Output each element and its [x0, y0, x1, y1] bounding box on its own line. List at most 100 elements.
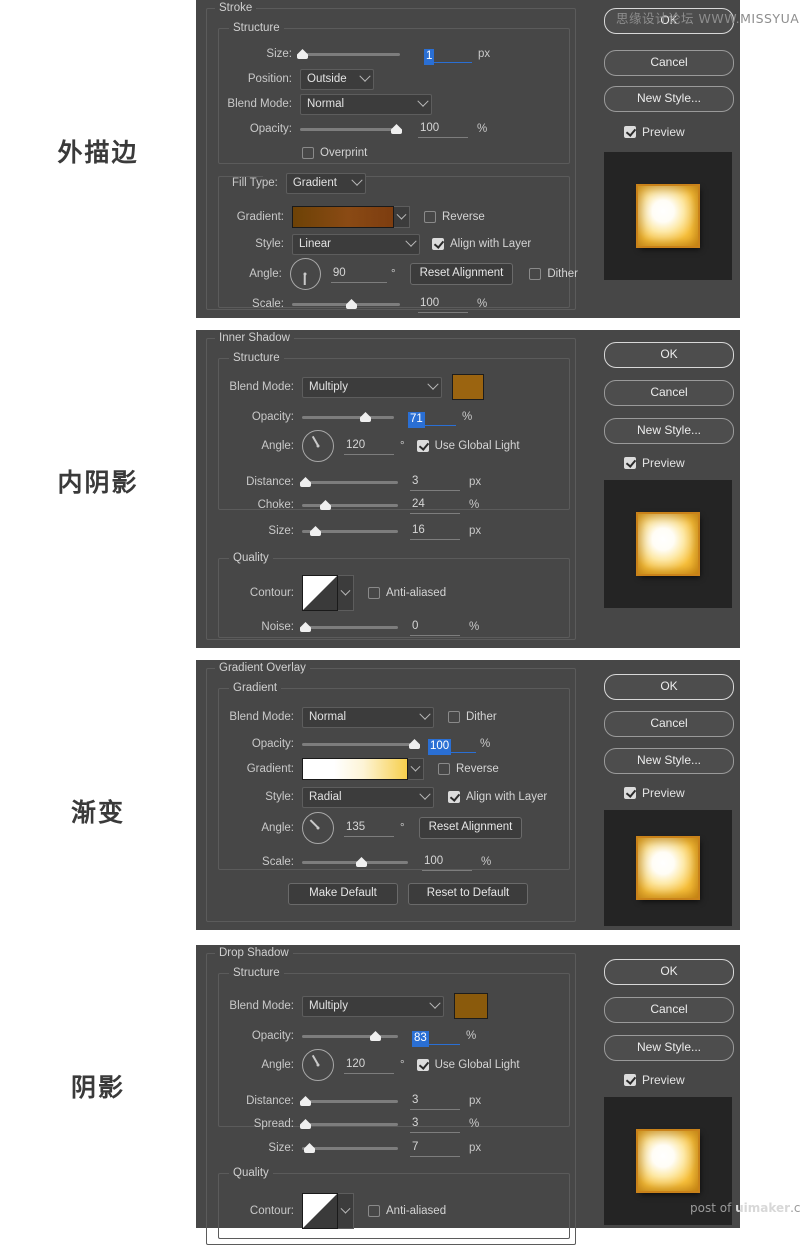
scale-input[interactable]: 100 [418, 296, 468, 313]
overprint-checkbox[interactable]: Overprint [302, 147, 367, 159]
anti-aliased-checkbox[interactable]: Anti-aliased [368, 1205, 446, 1217]
checkbox-icon[interactable] [302, 147, 314, 159]
distance-slider[interactable] [300, 1094, 398, 1108]
opacity-value[interactable]: 83 [412, 1030, 429, 1047]
anti-aliased-checkbox[interactable]: Anti-aliased [368, 587, 446, 599]
align-with-layer-checkbox[interactable]: Align with Layer [448, 791, 547, 803]
gradient-dropdown-arrow[interactable] [394, 206, 410, 228]
contour-dropdown-arrow[interactable] [338, 575, 354, 611]
size-slider[interactable] [302, 1141, 398, 1155]
scale-input[interactable]: 100 [422, 854, 472, 871]
size-slider-knob[interactable] [310, 526, 321, 536]
reset-alignment-button[interactable]: Reset Alignment [409, 263, 514, 285]
cancel-button[interactable]: Cancel [604, 997, 734, 1023]
distance-slider-knob[interactable] [300, 477, 311, 487]
size-slider[interactable] [297, 47, 400, 61]
checkbox-icon[interactable] [416, 1059, 429, 1071]
opacity-slider[interactable] [302, 1029, 398, 1043]
opacity-value[interactable]: 71 [408, 411, 425, 428]
choke-slider-knob[interactable] [320, 500, 331, 510]
contour-picker[interactable] [302, 1193, 354, 1229]
checkbox-icon[interactable] [368, 587, 380, 599]
spread-slider-knob[interactable] [300, 1119, 311, 1129]
scale-slider-knob[interactable] [356, 857, 367, 867]
new-style-button[interactable]: New Style... [604, 748, 734, 774]
new-style-button[interactable]: New Style... [604, 418, 734, 444]
blend-mode-select[interactable]: Normal [302, 706, 434, 728]
preview-checkbox[interactable]: Preview [624, 125, 685, 139]
checkbox-icon[interactable] [624, 126, 636, 138]
gradient-picker[interactable] [292, 206, 410, 228]
preview-checkbox[interactable]: Preview [624, 456, 685, 470]
angle-dial[interactable] [302, 812, 334, 844]
gradient-swatch[interactable] [302, 758, 408, 780]
checkbox-icon[interactable] [424, 211, 436, 223]
use-global-light-checkbox[interactable]: Use Global Light [416, 1059, 520, 1071]
choke-slider[interactable] [302, 498, 398, 512]
contour-preview[interactable] [302, 1193, 338, 1229]
checkbox-icon[interactable] [438, 763, 450, 775]
size-value[interactable]: 1 [424, 48, 435, 65]
blend-mode-select[interactable]: Multiply [302, 995, 444, 1017]
dither-checkbox[interactable]: Dither [448, 711, 497, 723]
size-input[interactable]: 1 [424, 46, 472, 65]
angle-dial[interactable] [289, 258, 321, 290]
reset-to-default-button[interactable]: Reset to Default [408, 883, 528, 905]
opacity-slider-knob[interactable] [370, 1031, 381, 1041]
opacity-input[interactable]: 71 [408, 409, 456, 428]
cancel-button[interactable]: Cancel [604, 50, 734, 76]
scale-slider[interactable] [302, 855, 408, 869]
preview-checkbox[interactable]: Preview [624, 1073, 685, 1087]
reset-alignment-button[interactable]: Reset Alignment [418, 817, 523, 839]
angle-input[interactable]: 135 [344, 820, 394, 837]
position-select[interactable]: Outside [300, 68, 374, 90]
scale-slider[interactable] [292, 297, 400, 311]
style-select[interactable]: Radial [302, 786, 434, 808]
noise-input[interactable]: 0 [410, 619, 460, 636]
size-slider-knob[interactable] [304, 1143, 315, 1153]
make-default-button[interactable]: Make Default [288, 883, 398, 905]
contour-preview[interactable] [302, 575, 338, 611]
size-input[interactable]: 16 [410, 523, 460, 540]
opacity-input[interactable]: 83 [412, 1028, 460, 1047]
distance-slider-knob[interactable] [300, 1096, 311, 1106]
scale-slider-knob[interactable] [346, 299, 357, 309]
reverse-checkbox[interactable]: Reverse [438, 763, 499, 775]
gradient-picker[interactable] [302, 758, 424, 780]
cancel-button[interactable]: Cancel [604, 711, 734, 737]
angle-dial[interactable] [302, 430, 334, 462]
checkbox-icon[interactable] [624, 457, 636, 469]
noise-slider[interactable] [300, 620, 398, 634]
dither-checkbox[interactable]: Dither [529, 268, 578, 280]
angle-input[interactable]: 90 [330, 266, 387, 283]
choke-input[interactable]: 24 [410, 497, 460, 514]
gradient-dropdown-arrow[interactable] [408, 758, 424, 780]
distance-slider[interactable] [300, 475, 398, 489]
checkbox-icon[interactable] [529, 268, 542, 280]
preview-checkbox[interactable]: Preview [624, 786, 685, 800]
blend-mode-select[interactable]: Multiply [302, 376, 442, 398]
opacity-value[interactable]: 100 [428, 738, 452, 755]
noise-slider-knob[interactable] [300, 622, 311, 632]
checkbox-icon[interactable] [448, 791, 460, 803]
checkbox-icon[interactable] [432, 238, 444, 250]
style-select[interactable]: Linear [292, 233, 420, 255]
checkbox-icon[interactable] [624, 787, 636, 799]
opacity-input[interactable]: 100 [418, 121, 468, 138]
angle-input[interactable]: 120 [344, 1057, 394, 1074]
gradient-swatch[interactable] [292, 206, 394, 228]
checkbox-icon[interactable] [448, 711, 460, 723]
new-style-button[interactable]: New Style... [604, 1035, 734, 1061]
checkbox-icon[interactable] [624, 1074, 636, 1086]
size-slider-knob[interactable] [297, 49, 308, 59]
opacity-slider[interactable] [302, 737, 420, 751]
ok-button[interactable]: OK [604, 959, 734, 985]
size-input[interactable]: 7 [410, 1140, 460, 1157]
opacity-slider-knob[interactable] [409, 739, 420, 749]
ok-button[interactable]: OK [604, 674, 734, 700]
fill-type-select[interactable]: Gradient [285, 172, 366, 194]
opacity-slider[interactable] [300, 122, 402, 136]
blend-mode-select[interactable]: Normal [300, 93, 432, 115]
contour-dropdown-arrow[interactable] [338, 1193, 354, 1229]
distance-input[interactable]: 3 [410, 1093, 460, 1110]
